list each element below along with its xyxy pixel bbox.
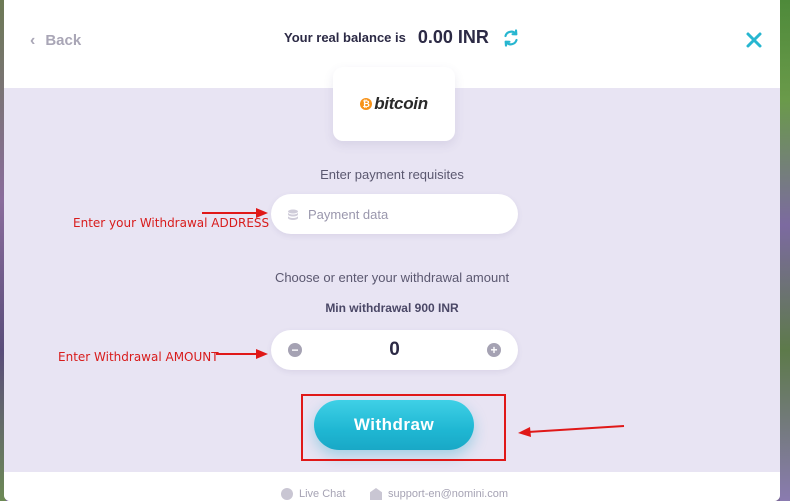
back-label: Back [45, 32, 82, 49]
withdraw-arrow-icon [518, 425, 625, 437]
bitcoin-method-card[interactable]: ₿ bitcoin [333, 67, 455, 141]
amount-stepper: − 0 + [271, 330, 518, 370]
database-icon [287, 208, 299, 220]
back-button[interactable]: ‹ Back [30, 32, 81, 49]
withdraw-highlight-box [301, 394, 506, 461]
payment-data-field[interactable]: Payment data [271, 194, 518, 234]
address-arrow-icon [202, 208, 268, 218]
min-withdrawal-label: Min withdrawal 900 INR [325, 301, 459, 315]
support-email-label: support-en@nomini.com [388, 488, 508, 500]
requisites-label: Enter payment requisites [320, 167, 464, 182]
background-right-edge [780, 0, 790, 501]
payment-data-placeholder: Payment data [308, 206, 389, 222]
support-email-link[interactable]: support-en@nomini.com [370, 488, 508, 500]
refresh-icon[interactable] [501, 28, 521, 48]
bitcoin-logo-text: bitcoin [374, 94, 428, 113]
amount-arrow-icon [216, 349, 268, 359]
chevron-left-icon: ‹ [30, 31, 36, 49]
balance-value: 0.00 INR [417, 27, 489, 47]
balance-display: Your real balance is 0.00 INR [284, 27, 521, 48]
bitcoin-icon: ₿ [360, 98, 373, 110]
amount-annotation: Enter Withdrawal AMOUNT [58, 350, 219, 364]
mail-icon [370, 488, 382, 500]
balance-label: Your real balance is [284, 30, 406, 45]
amount-value[interactable]: 0 [271, 339, 518, 361]
live-chat-link[interactable]: Live Chat [281, 488, 345, 500]
amount-label: Choose or enter your withdrawal amount [274, 270, 510, 285]
close-icon[interactable] [745, 31, 763, 49]
live-chat-label: Live Chat [299, 488, 346, 500]
increment-button[interactable]: + [487, 343, 501, 357]
chat-icon [281, 488, 293, 500]
